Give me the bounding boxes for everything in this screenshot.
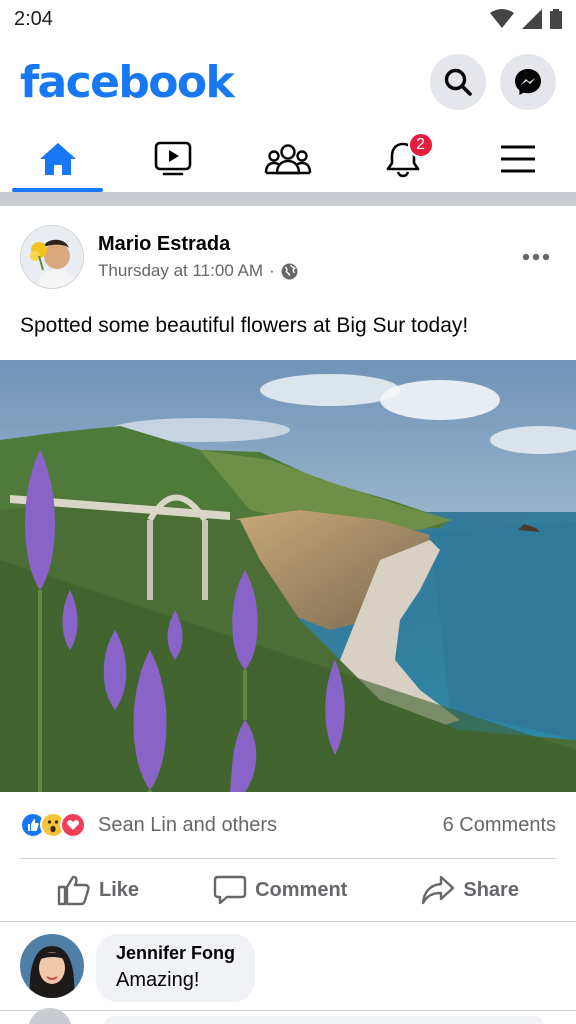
battery-icon xyxy=(550,9,562,29)
commenter-name[interactable]: Jennifer Fong xyxy=(116,943,235,964)
globe-icon xyxy=(281,263,298,279)
facebook-logo[interactable]: facebook xyxy=(20,57,235,108)
wifi-icon xyxy=(490,9,514,28)
post-text: Spotted some beautiful flowers at Big Su… xyxy=(20,314,469,337)
post-timestamp: Thursday at 11:00 AM · xyxy=(98,261,516,281)
comments-count[interactable]: 6 Comments xyxy=(443,814,556,837)
author-avatar[interactable] xyxy=(20,225,84,289)
search-button[interactable] xyxy=(430,54,486,110)
reactions-bar: Sean Lin and others 6 Comments xyxy=(0,792,576,858)
status-bar: 2:04 xyxy=(0,0,576,38)
tab-menu[interactable] xyxy=(461,126,576,192)
post-header: Mario Estrada Thursday at 11:00 AM · xyxy=(0,206,576,292)
more-icon xyxy=(522,253,550,261)
meta-separator: · xyxy=(269,261,275,280)
section-divider xyxy=(0,192,576,206)
tab-home[interactable] xyxy=(0,126,115,192)
header-actions xyxy=(430,54,556,110)
like-icon xyxy=(57,875,90,906)
post-options-button[interactable] xyxy=(516,237,556,277)
next-comment-peek xyxy=(0,1002,576,1024)
messenger-button[interactable] xyxy=(500,54,556,110)
comment-item: Jennifer Fong Amazing! xyxy=(0,922,576,1010)
reactors-text[interactable]: Sean Lin and others xyxy=(98,814,277,837)
status-icons xyxy=(490,9,562,29)
post-photo[interactable] xyxy=(0,360,576,792)
post-actions: Like Comment Share xyxy=(0,859,576,921)
tab-groups[interactable] xyxy=(230,126,345,192)
post-time-text[interactable]: Thursday at 11:00 AM xyxy=(98,261,263,281)
comment-button[interactable]: Comment xyxy=(213,874,347,906)
author-name[interactable]: Mario Estrada xyxy=(98,233,516,256)
share-button[interactable]: Share xyxy=(421,874,519,906)
comment-text: Amazing! xyxy=(116,969,200,991)
search-icon xyxy=(444,68,472,96)
tab-watch[interactable] xyxy=(115,126,230,192)
comment-label: Comment xyxy=(255,878,348,901)
reaction-icons xyxy=(20,812,86,838)
hamburger-icon xyxy=(501,145,536,173)
messenger-icon xyxy=(515,69,541,95)
post: Mario Estrada Thursday at 11:00 AM · Spo… xyxy=(0,206,576,1024)
share-icon xyxy=(422,875,455,905)
signal-icon xyxy=(522,9,542,29)
like-label: Like xyxy=(99,878,140,901)
comment-icon xyxy=(213,875,247,905)
love-reaction-icon xyxy=(60,812,86,838)
reaction-summary[interactable]: Sean Lin and others xyxy=(20,812,277,838)
video-icon xyxy=(154,141,192,176)
post-meta: Mario Estrada Thursday at 11:00 AM · xyxy=(98,233,516,281)
home-icon xyxy=(39,143,76,175)
commenter-avatar[interactable] xyxy=(20,934,84,998)
like-button[interactable]: Like xyxy=(57,874,139,906)
status-time: 2:04 xyxy=(14,7,53,30)
tab-bar: 2 xyxy=(0,126,576,192)
notification-badge: 2 xyxy=(407,132,434,158)
app-header: facebook xyxy=(0,38,576,126)
comment-bubble[interactable]: Jennifer Fong Amazing! xyxy=(96,934,256,1002)
tab-notifications[interactable]: 2 xyxy=(346,126,461,192)
groups-icon xyxy=(264,144,312,175)
share-label: Share xyxy=(463,878,519,901)
